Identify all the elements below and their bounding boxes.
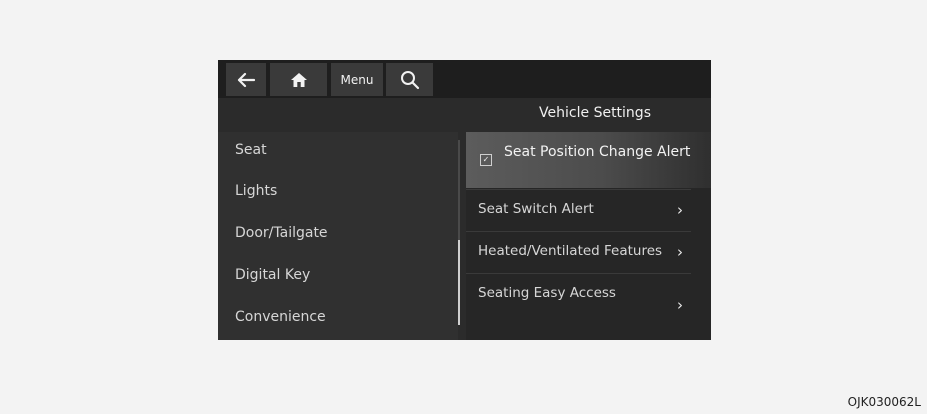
settings-category-list: Seat Lights Door/Tailgate Digital Key Co… [218, 132, 458, 340]
back-arrow-icon [237, 72, 256, 87]
top-toolbar: Menu [218, 60, 711, 98]
seat-position-change-alert-row[interactable]: ✓ Seat Position Change Alert [466, 132, 711, 188]
seat-switch-alert-row[interactable]: Seat Switch Alert › [466, 189, 691, 230]
menu-button[interactable]: Menu [331, 63, 383, 96]
seat-switch-alert-label: Seat Switch Alert [478, 201, 594, 217]
chevron-right-icon: › [677, 243, 683, 261]
home-button[interactable] [270, 63, 327, 96]
chevron-right-icon: › [677, 201, 683, 219]
sidebar-item-convenience[interactable]: Convenience [235, 309, 326, 325]
menu-label: Menu [340, 72, 374, 87]
scrollbar-thumb[interactable] [458, 240, 460, 325]
seating-easy-access-label: Seating Easy Access [478, 285, 616, 301]
page-title: Vehicle Settings [539, 105, 651, 121]
heated-ventilated-features-row[interactable]: Heated/Ventilated Features › [466, 231, 691, 272]
sidebar-item-seat[interactable]: Seat [235, 142, 267, 158]
seat-position-change-alert-checkbox[interactable]: ✓ [480, 154, 492, 166]
search-button[interactable] [386, 63, 433, 96]
seating-easy-access-row[interactable]: Seating Easy Access › [466, 273, 691, 334]
sidebar-item-lights[interactable]: Lights [235, 183, 277, 199]
sidebar-item-digital-key[interactable]: Digital Key [235, 267, 310, 283]
seat-position-change-alert-label: Seat Position Change Alert [504, 144, 691, 160]
heated-ventilated-features-label: Heated/Ventilated Features [478, 243, 663, 259]
sidebar-item-door-tailgate[interactable]: Door/Tailgate [235, 225, 328, 241]
search-icon [400, 70, 419, 89]
seat-settings-list: ✓ Seat Position Change Alert Seat Switch… [466, 132, 711, 340]
infotainment-screen: Menu Vehicle Settings Seat Lights Door/T… [218, 60, 711, 340]
figure-code: OJK030062L [847, 395, 921, 409]
back-button[interactable] [226, 63, 266, 96]
home-icon [290, 72, 307, 87]
chevron-right-icon: › [677, 296, 683, 314]
